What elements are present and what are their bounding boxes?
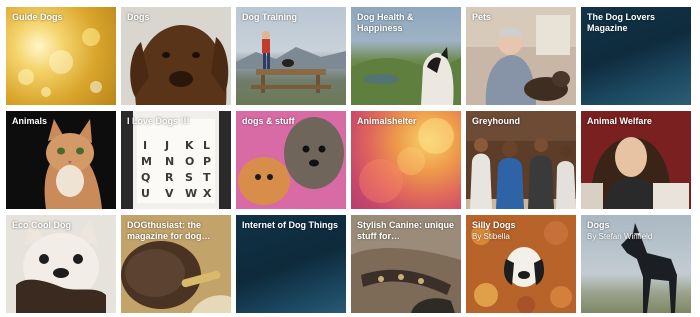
svg-text:S: S: [185, 171, 193, 184]
tile-title-text: Dogs: [587, 220, 610, 230]
svg-text:V: V: [165, 187, 174, 200]
svg-text:U: U: [141, 187, 150, 200]
tile-dog-lovers-magazine[interactable]: The Dog Lovers Magazine: [581, 7, 691, 105]
svg-text:R: R: [165, 171, 174, 184]
tile-title: Stylish Canine: unique stuff for…: [357, 220, 455, 241]
tile-dog-training[interactable]: Dog Training: [236, 7, 346, 105]
tile-title: Greyhound: [472, 116, 521, 126]
svg-text:O: O: [185, 155, 194, 168]
topic-grid: Guide Dogs Dogs Dog Training Dog Health …: [0, 0, 700, 317]
svg-text:J: J: [164, 139, 169, 152]
tile-pets[interactable]: Pets: [466, 7, 576, 105]
tile-guide-dogs[interactable]: Guide Dogs: [6, 7, 116, 105]
tile-title: dogs & stuff: [242, 116, 295, 126]
tile-title: Animals: [12, 116, 48, 126]
tile-animal-welfare[interactable]: Animal Welfare: [581, 111, 691, 209]
tile-eco-cool-dog[interactable]: Eco Cool Dog: [6, 215, 116, 313]
tile-title: Pets: [472, 12, 492, 22]
tile-title: Dog Health & Happiness: [357, 12, 414, 33]
svg-text:X: X: [203, 187, 212, 200]
tile-animals[interactable]: Animals: [6, 111, 116, 209]
svg-text:N: N: [165, 155, 174, 168]
tile-title: Internet of Dog Things: [242, 220, 338, 230]
tile-silly-dogs[interactable]: Silly Dogs By Stibella: [466, 215, 576, 313]
svg-text:W: W: [185, 187, 197, 200]
svg-text:P: P: [203, 155, 211, 168]
tile-title: Animal Welfare: [587, 116, 652, 126]
tile-title: Dog Training: [242, 12, 297, 22]
svg-text:K: K: [185, 139, 194, 152]
tile-title: Dogs By Stefan Winfield: [587, 220, 685, 242]
tile-internet-of-dog-things[interactable]: Internet of Dog Things: [236, 215, 346, 313]
tile-dogthusiast[interactable]: DOGthusiast: the magazine for dog…: [121, 215, 231, 313]
tile-byline: By Stefan Winfield: [587, 232, 653, 241]
tile-dogs-stefan[interactable]: Dogs By Stefan Winfield: [581, 215, 691, 313]
tile-greyhound[interactable]: Greyhound: [466, 111, 576, 209]
tile-title: DOGthusiast: the magazine for dog…: [127, 220, 211, 241]
svg-text:Q: Q: [141, 171, 150, 184]
tile-animalshelter[interactable]: Animalshelter: [351, 111, 461, 209]
tile-byline: By Stibella: [472, 232, 510, 241]
tile-i-love-dogs[interactable]: I J KL MNOP Q RST U VWX I Love Dogs !!!: [121, 111, 231, 209]
svg-text:L: L: [203, 139, 210, 152]
tile-stylish-canine[interactable]: Stylish Canine: unique stuff for…: [351, 215, 461, 313]
tile-title: Guide Dogs: [12, 12, 63, 22]
svg-text:I: I: [143, 139, 147, 152]
tile-title: Silly Dogs By Stibella: [472, 220, 570, 242]
tile-title: I Love Dogs !!!: [127, 116, 190, 126]
tile-title: The Dog Lovers Magazine: [587, 12, 656, 33]
tile-title: Animalshelter: [357, 116, 417, 126]
svg-text:M: M: [141, 155, 152, 168]
tile-dogs[interactable]: Dogs: [121, 7, 231, 105]
tile-title-text: Silly Dogs: [472, 220, 516, 230]
tile-title: Eco Cool Dog: [12, 220, 71, 230]
svg-text:T: T: [203, 171, 211, 184]
tile-dog-health-happiness[interactable]: Dog Health & Happiness: [351, 7, 461, 105]
tile-title: Dogs: [127, 12, 150, 22]
tile-dogs-and-stuff[interactable]: dogs & stuff: [236, 111, 346, 209]
